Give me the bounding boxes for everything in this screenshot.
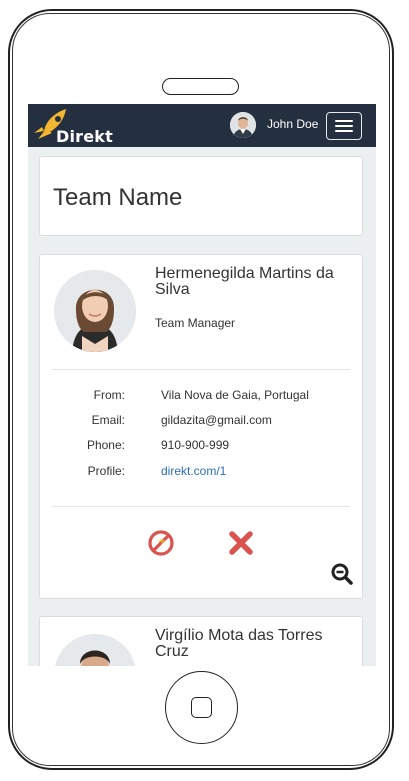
member-avatar xyxy=(54,270,136,352)
member-photo xyxy=(54,634,136,666)
profile-link[interactable]: direkt.com/1 xyxy=(161,464,226,478)
phone-speaker xyxy=(162,78,239,95)
member-role: Team Manager xyxy=(155,316,236,330)
from-value: Vila Nova de Gaia, Portugal xyxy=(161,388,309,402)
from-label: From: xyxy=(93,388,125,402)
email-value: gildazita@gmail.com xyxy=(161,413,272,427)
team-name: Team Name xyxy=(53,184,183,211)
remove-button[interactable] xyxy=(228,530,254,556)
member-avatar xyxy=(54,634,136,666)
navbar: Direkt John Doe xyxy=(28,104,376,147)
member-name: Hermenegilda Martins da Silva xyxy=(155,265,334,298)
zoom-out-button[interactable] xyxy=(330,562,354,586)
home-square-icon xyxy=(191,697,212,718)
member-card: Hermenegilda Martins da Silva Team Manag… xyxy=(39,254,363,599)
close-icon xyxy=(229,531,253,555)
team-card: Team Name xyxy=(39,156,363,236)
block-icon xyxy=(148,530,174,556)
user-photo xyxy=(230,112,256,138)
phone-label: Phone: xyxy=(86,438,125,452)
zoom-out-icon xyxy=(331,563,353,585)
hamburger-menu-button[interactable] xyxy=(326,112,362,140)
member-name: Virgílio Mota das Torres Cruz xyxy=(155,627,323,660)
phone-value: 910-900-999 xyxy=(161,438,230,452)
phone-screen: Direkt John Doe Team Name Hermenegilda M… xyxy=(28,104,376,666)
email-label: Email: xyxy=(91,413,125,427)
block-button[interactable] xyxy=(147,529,175,557)
user-avatar[interactable] xyxy=(230,112,256,138)
member-card: Virgílio Mota das Torres Cruz xyxy=(39,616,363,666)
brand-name: Direkt xyxy=(56,127,113,146)
user-name[interactable]: John Doe xyxy=(267,117,318,131)
profile-label: Profile: xyxy=(87,464,125,478)
member-photo xyxy=(54,270,136,352)
divider xyxy=(52,369,350,370)
divider xyxy=(52,506,350,507)
brand-logo[interactable]: Direkt xyxy=(32,107,113,147)
